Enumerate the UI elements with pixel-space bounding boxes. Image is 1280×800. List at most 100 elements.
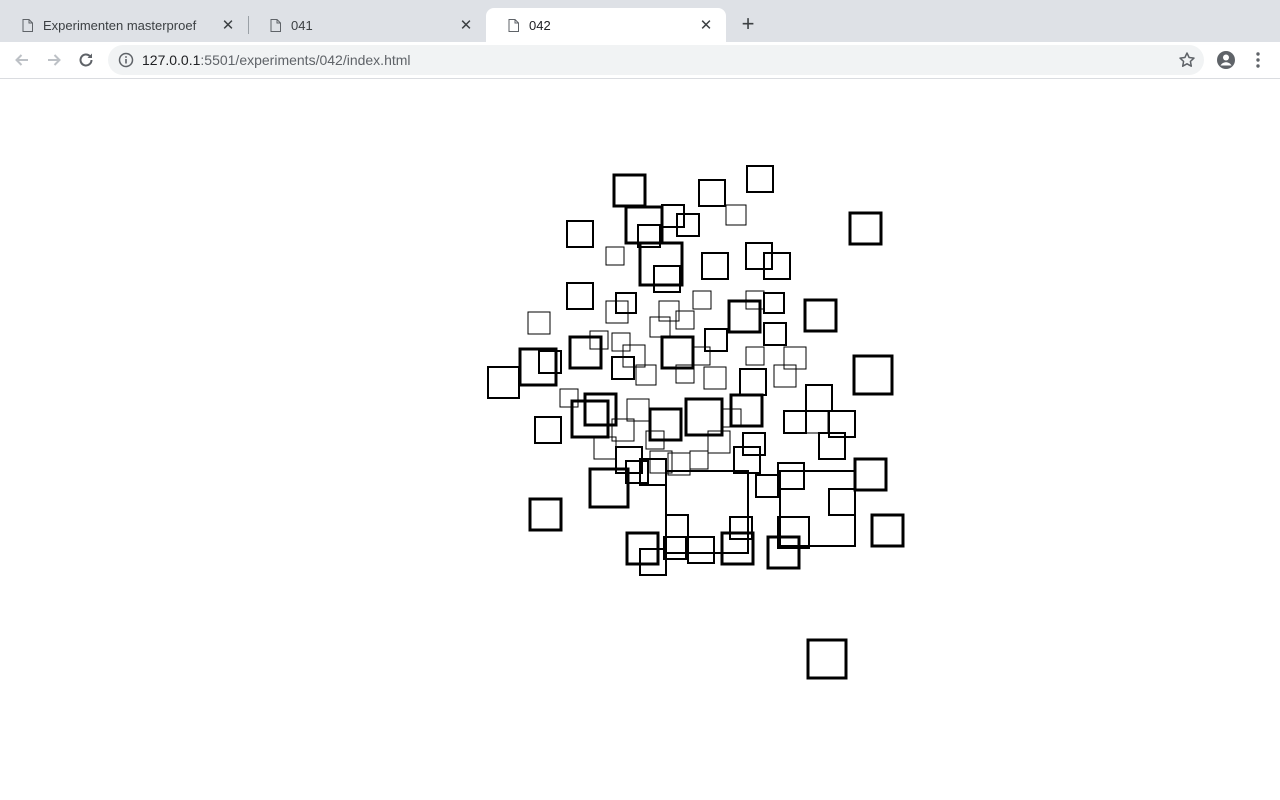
square-shape <box>739 368 767 396</box>
kebab-menu-icon <box>1256 52 1260 68</box>
square-shape <box>559 388 579 408</box>
square-shape <box>589 330 609 350</box>
square-shape <box>566 220 594 248</box>
square-shape <box>684 397 724 437</box>
square-shape <box>777 516 810 549</box>
square-shape <box>853 457 888 492</box>
square-shape <box>727 299 762 334</box>
square-shape <box>746 165 774 193</box>
square-shape <box>704 328 728 352</box>
square-shape <box>611 332 631 352</box>
square-shape <box>534 416 562 444</box>
menu-button[interactable] <box>1246 48 1270 72</box>
square-shape <box>733 446 761 474</box>
square-shape <box>805 384 833 412</box>
square-shape <box>676 213 700 237</box>
square-shape <box>687 536 715 564</box>
star-icon[interactable] <box>1178 51 1196 69</box>
tab-041[interactable]: 041 ✕ <box>248 8 486 42</box>
tab-title: 042 <box>529 17 551 33</box>
square-shape <box>605 246 625 266</box>
square-shape <box>639 458 667 486</box>
close-icon[interactable]: ✕ <box>458 17 474 34</box>
tab-strip: Experimenten masterproef ✕ 041 ✕ 042 ✕ + <box>0 0 1280 42</box>
url-host: 127.0.0.1 <box>142 52 201 68</box>
tab-title: 041 <box>291 17 313 33</box>
tab-experimenten[interactable]: Experimenten masterproef ✕ <box>0 8 248 42</box>
square-shape <box>828 488 856 516</box>
url-path: :5501/experiments/042/index.html <box>200 52 411 68</box>
square-shape <box>703 366 727 390</box>
square-shape <box>689 450 709 470</box>
square-shape <box>527 311 551 335</box>
square-shape <box>852 354 894 396</box>
square-shape <box>661 204 685 228</box>
plus-icon[interactable]: + <box>737 13 759 36</box>
square-shape <box>755 474 779 498</box>
square-shape <box>593 436 617 460</box>
address-bar[interactable]: 127.0.0.1:5501/experiments/042/index.htm… <box>108 45 1204 75</box>
square-shape <box>615 292 637 314</box>
square-shape <box>487 366 520 399</box>
square-shape <box>649 316 671 338</box>
square-shape <box>777 462 805 490</box>
square-shape <box>635 364 657 386</box>
square-shape <box>701 252 729 280</box>
tab-042[interactable]: 042 ✕ <box>486 8 726 42</box>
square-shape <box>725 204 747 226</box>
document-icon <box>22 18 33 32</box>
page-content <box>0 79 1280 800</box>
squares-canvas <box>487 165 905 680</box>
info-icon[interactable] <box>118 52 134 68</box>
arrow-right-icon <box>48 54 61 66</box>
back-button[interactable] <box>10 48 34 72</box>
close-icon[interactable]: ✕ <box>220 17 236 34</box>
square-shape <box>783 346 807 370</box>
square-shape <box>779 470 856 547</box>
square-shape <box>649 450 673 474</box>
square-shape <box>612 173 647 208</box>
square-shape <box>783 410 807 434</box>
square-shape <box>766 535 801 570</box>
square-shape <box>870 513 905 548</box>
square-shape <box>729 393 764 428</box>
square-shape <box>665 514 689 538</box>
square-shape <box>742 432 766 456</box>
square-shape <box>638 241 684 287</box>
square-shape <box>803 298 838 333</box>
square-shape <box>691 346 711 366</box>
square-shape <box>626 398 650 422</box>
profile-button[interactable] <box>1214 48 1238 72</box>
square-shape <box>588 467 630 509</box>
browser-toolbar: 127.0.0.1:5501/experiments/042/index.htm… <box>0 42 1280 79</box>
square-shape <box>528 497 563 532</box>
document-icon <box>270 18 281 32</box>
arrow-left-icon <box>15 54 28 66</box>
square-shape <box>583 392 618 427</box>
square-shape <box>566 282 594 310</box>
forward-button[interactable] <box>42 48 66 72</box>
square-shape <box>806 638 848 680</box>
square-shape <box>745 242 773 270</box>
square-shape <box>639 548 667 576</box>
square-shape <box>692 290 712 310</box>
document-icon <box>508 18 519 32</box>
square-shape <box>773 364 797 388</box>
square-shape <box>745 346 765 366</box>
square-shape <box>653 265 681 293</box>
close-icon[interactable]: ✕ <box>698 17 714 34</box>
square-shape <box>660 335 695 370</box>
square-shape <box>698 179 726 207</box>
reload-button[interactable] <box>74 48 98 72</box>
square-shape <box>665 470 749 554</box>
square-shape <box>568 335 603 370</box>
url-text[interactable]: 127.0.0.1:5501/experiments/042/index.htm… <box>142 52 411 68</box>
square-shape <box>763 322 787 346</box>
square-shape <box>848 211 883 246</box>
tab-title: Experimenten masterproef <box>43 17 197 33</box>
square-shape <box>648 407 683 442</box>
reload-icon <box>79 53 93 67</box>
account-icon <box>1217 51 1235 69</box>
square-shape <box>538 350 562 374</box>
square-shape <box>570 399 610 439</box>
